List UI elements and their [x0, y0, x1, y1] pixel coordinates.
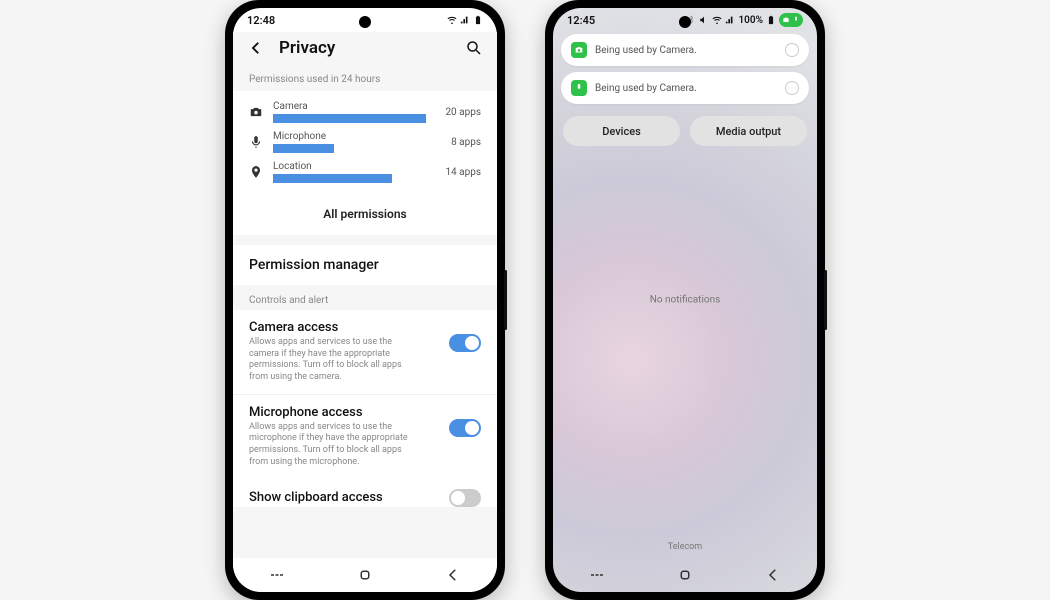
no-notifications-label: No notifications	[650, 295, 721, 306]
notification-text: Being used by Camera.	[595, 45, 777, 56]
settings-content[interactable]: Privacy Permissions used in 24 hours Cam…	[233, 32, 497, 558]
microphone-icon	[249, 135, 263, 149]
status-time: 12:48	[247, 14, 275, 27]
recents-icon[interactable]	[268, 566, 286, 584]
nav-bar	[233, 558, 497, 592]
expand-icon[interactable]	[785, 81, 799, 95]
phone-left: 12:48 Privacy Permissions used in 24 hou…	[225, 0, 505, 600]
camera-icon	[571, 42, 587, 58]
usage-row-microphone[interactable]: Microphone 8 apps	[249, 127, 481, 157]
home-icon[interactable]	[676, 566, 694, 584]
back-icon[interactable]	[247, 39, 265, 57]
notification-text: Being used by Camera.	[595, 83, 777, 94]
usage-bar	[273, 174, 392, 183]
battery-text: 100%	[738, 15, 763, 26]
notification-mic-in-use[interactable]: Being used by Camera.	[561, 72, 809, 104]
notification-camera-in-use[interactable]: Being used by Camera.	[561, 34, 809, 66]
microphone-access-desc: Allows apps and services to use the micr…	[249, 422, 419, 469]
usage-bar	[273, 114, 426, 123]
privacy-indicator-pill[interactable]	[779, 13, 803, 27]
battery-icon	[473, 15, 483, 25]
status-icons	[447, 15, 483, 25]
clipboard-access-title: Show clipboard access	[249, 490, 383, 505]
nav-bar	[553, 558, 817, 592]
camera-access-title: Camera access	[249, 320, 441, 335]
usage-name: Microphone	[273, 131, 426, 142]
usage-count: 8 apps	[436, 137, 481, 148]
screen: 12:48 Privacy Permissions used in 24 hou…	[233, 8, 497, 592]
usage-count: 14 apps	[436, 167, 481, 178]
controls-section-label: Controls and alert	[233, 285, 497, 310]
usage-name: Camera	[273, 101, 426, 112]
phone-right: 12:45 100% Being used by Camera.	[545, 0, 825, 600]
wifi-icon	[447, 15, 457, 25]
signal-icon	[725, 15, 735, 25]
back-nav-icon[interactable]	[444, 566, 462, 584]
usage-card: Camera 20 apps Microphone 8 apps	[233, 91, 497, 235]
microphone-icon	[571, 80, 587, 96]
notification-panel[interactable]: Being used by Camera. Being used by Came…	[553, 32, 817, 152]
camera-cutout	[359, 16, 371, 28]
camera-access-toggle[interactable]	[449, 334, 481, 352]
screen: 12:45 100% Being used by Camera.	[553, 8, 817, 592]
header: Privacy	[233, 32, 497, 68]
clipboard-access-toggle[interactable]	[449, 489, 481, 507]
usage-row-camera[interactable]: Camera 20 apps	[249, 97, 481, 127]
microphone-access-toggle[interactable]	[449, 419, 481, 437]
quick-settings-row: Devices Media output	[561, 110, 809, 152]
battery-icon	[766, 15, 776, 25]
permission-manager-item[interactable]: Permission manager	[233, 245, 497, 285]
usage-bar	[273, 144, 334, 153]
camera-access-desc: Allows apps and services to use the came…	[249, 337, 419, 384]
media-output-button[interactable]: Media output	[690, 116, 807, 146]
usage-row-location[interactable]: Location 14 apps	[249, 157, 481, 187]
clipboard-access-item[interactable]: Show clipboard access	[233, 479, 497, 507]
signal-icon	[460, 15, 470, 25]
usage-name: Location	[273, 161, 426, 172]
microphone-access-item[interactable]: Microphone access Allows apps and servic…	[233, 394, 497, 479]
devices-button[interactable]: Devices	[563, 116, 680, 146]
camera-access-item[interactable]: Camera access Allows apps and services t…	[233, 310, 497, 394]
status-icons: 100%	[686, 13, 803, 27]
mute-icon	[699, 15, 709, 25]
expand-icon[interactable]	[785, 43, 799, 57]
home-icon[interactable]	[356, 566, 374, 584]
back-nav-icon[interactable]	[764, 566, 782, 584]
status-time: 12:45	[567, 14, 595, 27]
microphone-access-title: Microphone access	[249, 405, 441, 420]
carrier-label: Telecom	[668, 542, 702, 552]
camera-cutout	[679, 16, 691, 28]
all-permissions-button[interactable]: All permissions	[249, 193, 481, 235]
usage-count: 20 apps	[436, 107, 481, 118]
camera-icon	[249, 105, 263, 119]
wifi-icon	[712, 15, 722, 25]
location-icon	[249, 165, 263, 179]
usage-section-label: Permissions used in 24 hours	[233, 68, 497, 91]
recents-icon[interactable]	[588, 566, 606, 584]
search-icon[interactable]	[465, 39, 483, 57]
page-title: Privacy	[279, 38, 465, 58]
